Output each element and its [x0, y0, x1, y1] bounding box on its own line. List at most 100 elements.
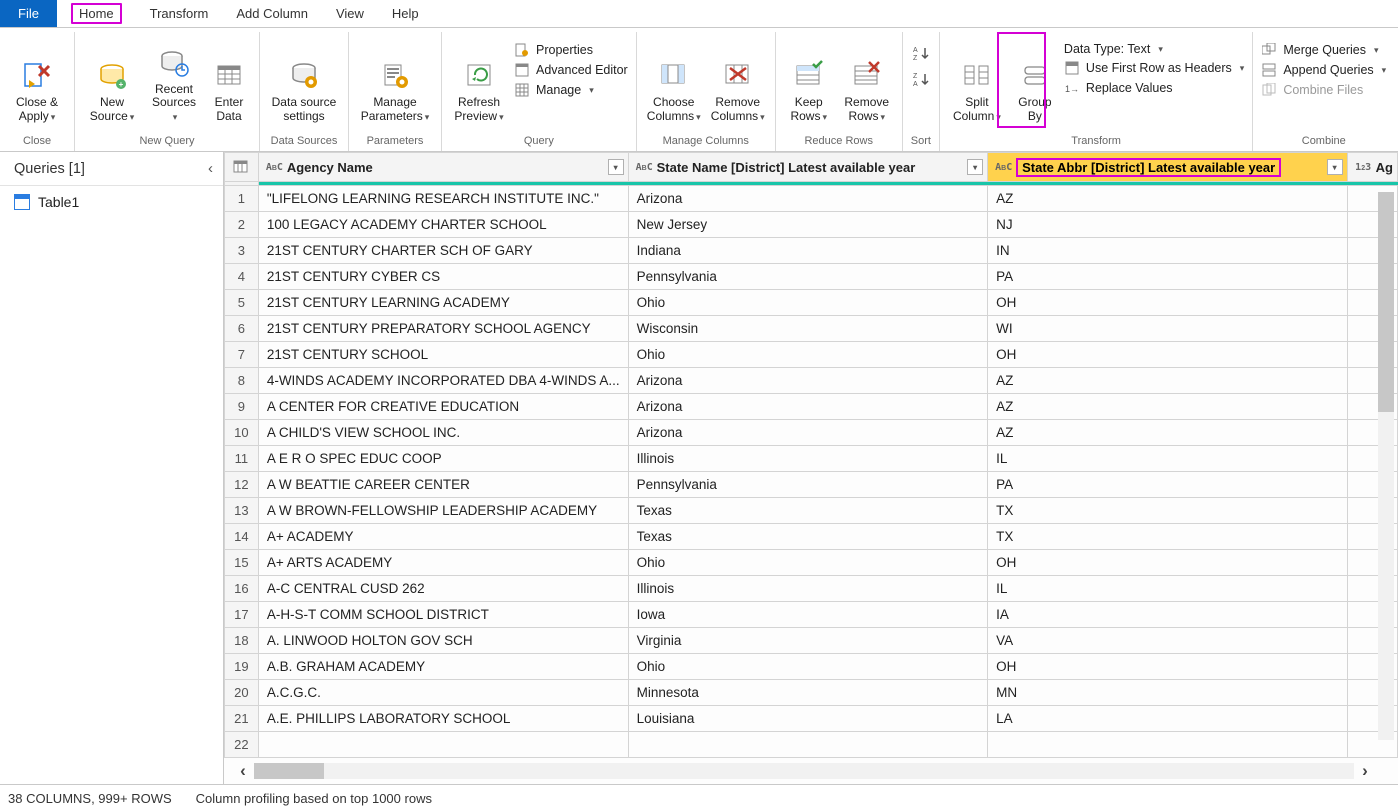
table-row[interactable]: 16A-C CENTRAL CUSD 262IllinoisIL — [225, 576, 1398, 602]
cell[interactable]: Illinois — [628, 576, 987, 602]
cell[interactable]: Arizona — [628, 368, 987, 394]
table-row[interactable]: 10A CHILD'S VIEW SCHOOL INC.ArizonaAZ — [225, 420, 1398, 446]
table-row[interactable]: 19A.B. GRAHAM ACADEMYOhioOH — [225, 654, 1398, 680]
cell[interactable]: Iowa — [628, 602, 987, 628]
cell[interactable]: IL — [988, 446, 1348, 472]
row-number[interactable]: 7 — [225, 342, 259, 368]
cell[interactable]: "LIFELONG LEARNING RESEARCH INSTITUTE IN… — [258, 186, 628, 212]
cell[interactable]: Texas — [628, 524, 987, 550]
column-filter-button[interactable]: ▾ — [967, 159, 983, 175]
cell[interactable]: AZ — [988, 368, 1348, 394]
cell[interactable]: PA — [988, 472, 1348, 498]
cell[interactable]: A+ ACADEMY — [258, 524, 628, 550]
cell[interactable]: A W BEATTIE CAREER CENTER — [258, 472, 628, 498]
table-row[interactable]: 521ST CENTURY LEARNING ACADEMYOhioOH — [225, 290, 1398, 316]
data-type-button[interactable]: Data Type: Text▾ — [1064, 42, 1244, 56]
cell[interactable]: Arizona — [628, 420, 987, 446]
cell[interactable]: Ohio — [628, 290, 987, 316]
queries-collapse-button[interactable]: ‹ — [208, 160, 213, 177]
table-row[interactable]: 11A E R O SPEC EDUC COOPIllinoisIL — [225, 446, 1398, 472]
row-number[interactable]: 14 — [225, 524, 259, 550]
row-number[interactable]: 10 — [225, 420, 259, 446]
cell[interactable]: 21ST CENTURY CYBER CS — [258, 264, 628, 290]
table-row[interactable]: 15A+ ARTS ACADEMYOhioOH — [225, 550, 1398, 576]
table-row[interactable]: 621ST CENTURY PREPARATORY SCHOOL AGENCYW… — [225, 316, 1398, 342]
refresh-preview-button[interactable]: Refresh Preview▾ — [450, 36, 508, 128]
scroll-right-button[interactable]: › — [1354, 761, 1376, 781]
tab-home[interactable]: Home — [57, 0, 136, 27]
replace-values-button[interactable]: 1→2Replace Values — [1064, 80, 1244, 96]
column-header[interactable]: 123Ag — [1347, 153, 1397, 182]
cell[interactable]: Ohio — [628, 550, 987, 576]
cell[interactable] — [628, 732, 987, 758]
column-filter-button[interactable]: ▾ — [1327, 159, 1343, 175]
row-number[interactable]: 12 — [225, 472, 259, 498]
close-apply-button[interactable]: Close & Apply▾ — [8, 36, 66, 128]
cell[interactable]: Minnesota — [628, 680, 987, 706]
tab-transform[interactable]: Transform — [136, 0, 223, 27]
advanced-editor-button[interactable]: Advanced Editor — [514, 62, 628, 78]
cell[interactable]: WI — [988, 316, 1348, 342]
cell[interactable]: Ohio — [628, 654, 987, 680]
table-row[interactable]: 18A. LINWOOD HOLTON GOV SCHVirginiaVA — [225, 628, 1398, 654]
cell[interactable] — [258, 732, 628, 758]
row-number[interactable]: 2 — [225, 212, 259, 238]
manage-parameters-button[interactable]: Manage Parameters▾ — [357, 36, 433, 128]
cell[interactable]: AZ — [988, 186, 1348, 212]
cell[interactable]: OH — [988, 654, 1348, 680]
cell[interactable]: A CENTER FOR CREATIVE EDUCATION — [258, 394, 628, 420]
column-type-icon[interactable]: ABC — [263, 162, 283, 173]
row-number[interactable]: 1 — [225, 186, 259, 212]
column-filter-button[interactable]: ▾ — [608, 159, 624, 175]
row-number[interactable]: 3 — [225, 238, 259, 264]
cell[interactable]: MN — [988, 680, 1348, 706]
row-number[interactable]: 6 — [225, 316, 259, 342]
table-row[interactable]: 84-WINDS ACADEMY INCORPORATED DBA 4-WIND… — [225, 368, 1398, 394]
cell[interactable]: A.C.G.C. — [258, 680, 628, 706]
table-row[interactable]: 421ST CENTURY CYBER CSPennsylvaniaPA — [225, 264, 1398, 290]
sort-asc-button[interactable]: AZ — [911, 44, 931, 64]
cell[interactable]: Virginia — [628, 628, 987, 654]
cell[interactable]: Pennsylvania — [628, 472, 987, 498]
cell[interactable]: OH — [988, 342, 1348, 368]
cell[interactable]: LA — [988, 706, 1348, 732]
choose-columns-button[interactable]: Choose Columns▾ — [645, 36, 703, 128]
cell[interactable]: A.B. GRAHAM ACADEMY — [258, 654, 628, 680]
row-number[interactable]: 9 — [225, 394, 259, 420]
column-type-icon[interactable]: ABC — [992, 162, 1012, 173]
row-number[interactable]: 18 — [225, 628, 259, 654]
row-number[interactable]: 5 — [225, 290, 259, 316]
cell[interactable]: PA — [988, 264, 1348, 290]
cell[interactable]: Arizona — [628, 186, 987, 212]
column-header[interactable]: ABCAgency Name▾ — [258, 153, 628, 182]
horizontal-scrollbar[interactable]: ‹ › — [232, 760, 1376, 782]
cell[interactable]: Wisconsin — [628, 316, 987, 342]
cell[interactable]: TX — [988, 498, 1348, 524]
table-row[interactable]: 13A W BROWN-FELLOWSHIP LEADERSHIP ACADEM… — [225, 498, 1398, 524]
cell[interactable]: IL — [988, 576, 1348, 602]
row-number[interactable]: 20 — [225, 680, 259, 706]
cell[interactable]: A-C CENTRAL CUSD 262 — [258, 576, 628, 602]
table-row[interactable]: 12A W BEATTIE CAREER CENTERPennsylvaniaP… — [225, 472, 1398, 498]
row-number[interactable]: 22 — [225, 732, 259, 758]
sort-desc-button[interactable]: ZA — [911, 70, 931, 90]
append-queries-button[interactable]: Append Queries▾ — [1261, 62, 1386, 78]
row-number[interactable]: 13 — [225, 498, 259, 524]
data-grid[interactable]: ABCAgency Name▾ABCState Name [District] … — [224, 152, 1398, 758]
table-row[interactable]: 321ST CENTURY CHARTER SCH OF GARYIndiana… — [225, 238, 1398, 264]
row-number[interactable]: 17 — [225, 602, 259, 628]
cell[interactable]: A. LINWOOD HOLTON GOV SCH — [258, 628, 628, 654]
scroll-left-button[interactable]: ‹ — [232, 761, 254, 781]
tab-file[interactable]: File — [0, 0, 57, 27]
cell[interactable]: A.E. PHILLIPS LABORATORY SCHOOL — [258, 706, 628, 732]
table-row[interactable]: 22 — [225, 732, 1398, 758]
cell[interactable]: IN — [988, 238, 1348, 264]
keep-rows-button[interactable]: Keep Rows▾ — [784, 36, 834, 128]
cell[interactable]: OH — [988, 290, 1348, 316]
column-header[interactable]: ABCState Name [District] Latest availabl… — [628, 153, 987, 182]
row-number[interactable]: 8 — [225, 368, 259, 394]
column-type-icon[interactable]: 123 — [1352, 162, 1372, 173]
cell[interactable]: 21ST CENTURY CHARTER SCH OF GARY — [258, 238, 628, 264]
column-type-icon[interactable]: ABC — [633, 162, 653, 173]
remove-columns-button[interactable]: Remove Columns▾ — [709, 36, 767, 128]
